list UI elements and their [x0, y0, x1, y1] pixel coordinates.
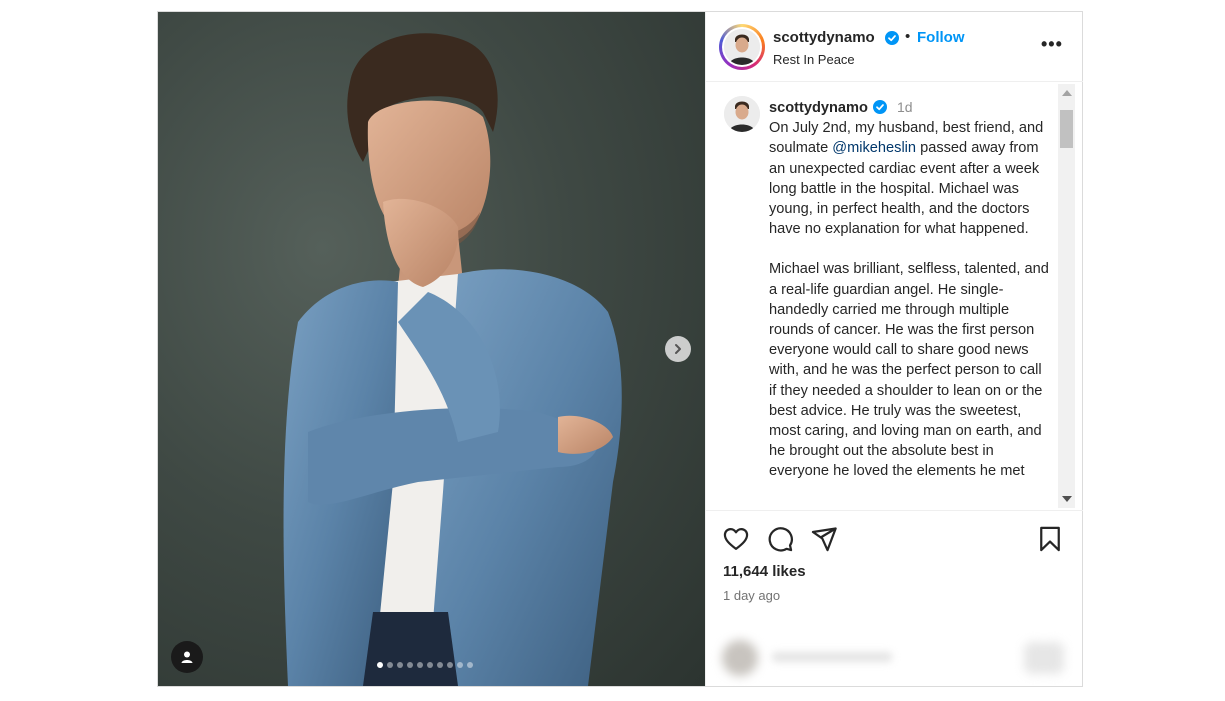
tagged-users-button[interactable] [171, 641, 203, 673]
post-photo[interactable] [158, 12, 705, 686]
caption-paragraph: Michael was brilliant, selfless, talente… [769, 261, 1049, 480]
carousel-dots [377, 662, 473, 668]
avatar-image [724, 96, 760, 132]
carousel-dot [387, 662, 393, 668]
post-caption: scottydynamo 1d On July 2nd, my husband, … [769, 97, 1049, 482]
carousel-dot [427, 662, 433, 668]
caption-scroll-area[interactable]: scottydynamo 1d On July 2nd, my husband, … [706, 83, 1083, 509]
comment-icon[interactable] [766, 525, 794, 553]
avatar-image [724, 29, 760, 65]
more-options-button[interactable]: ••• [1041, 34, 1063, 55]
post-details-panel: scottydynamo • Follow Rest In Peace ••• [705, 12, 1083, 686]
carousel-dot [457, 662, 463, 668]
separator-dot: • [905, 28, 911, 45]
carousel-dot [397, 662, 403, 668]
mention-link[interactable]: @mikeheslin [832, 140, 916, 156]
scroll-down-arrow-icon[interactable] [1062, 496, 1072, 502]
post-actions: 11,644 likes 1 day ago [706, 510, 1083, 630]
comment-input-area[interactable] [706, 630, 1083, 686]
heart-icon[interactable] [722, 525, 750, 553]
chevron-right-icon [675, 344, 681, 354]
post-age[interactable]: 1 day ago [723, 588, 780, 603]
user-tag-icon [181, 651, 193, 663]
blurred-post-button [1024, 642, 1064, 674]
carousel-dot [467, 662, 473, 668]
follow-button[interactable]: Follow [917, 29, 965, 46]
blurred-comment-placeholder [772, 652, 892, 662]
bookmark-icon[interactable] [1036, 525, 1064, 553]
caption-scrollbar[interactable] [1058, 84, 1075, 508]
caption-username[interactable]: scottydynamo [769, 100, 868, 116]
profile-avatar[interactable] [719, 24, 765, 70]
share-icon[interactable] [810, 525, 838, 553]
caption-avatar[interactable] [724, 96, 760, 132]
blurred-avatar [722, 640, 758, 676]
instagram-post: scottydynamo • Follow Rest In Peace ••• [157, 11, 1083, 687]
post-location-label[interactable]: Rest In Peace [773, 52, 855, 67]
verified-badge-icon [872, 100, 887, 114]
scroll-up-arrow-icon[interactable] [1062, 90, 1072, 96]
likes-count[interactable]: 11,644 likes [723, 563, 806, 580]
header-username[interactable]: scottydynamo [773, 29, 875, 46]
next-slide-button[interactable] [665, 336, 691, 362]
post-header: scottydynamo • Follow Rest In Peace ••• [706, 12, 1083, 82]
carousel-dot [437, 662, 443, 668]
carousel-dot [407, 662, 413, 668]
portrait-photo [283, 33, 622, 686]
verified-badge-icon [885, 31, 899, 45]
carousel-dot [417, 662, 423, 668]
carousel-dot [447, 662, 453, 668]
carousel-dot-active [377, 662, 383, 668]
caption-timestamp[interactable]: 1d [897, 99, 913, 115]
scrollbar-thumb[interactable] [1060, 110, 1073, 148]
